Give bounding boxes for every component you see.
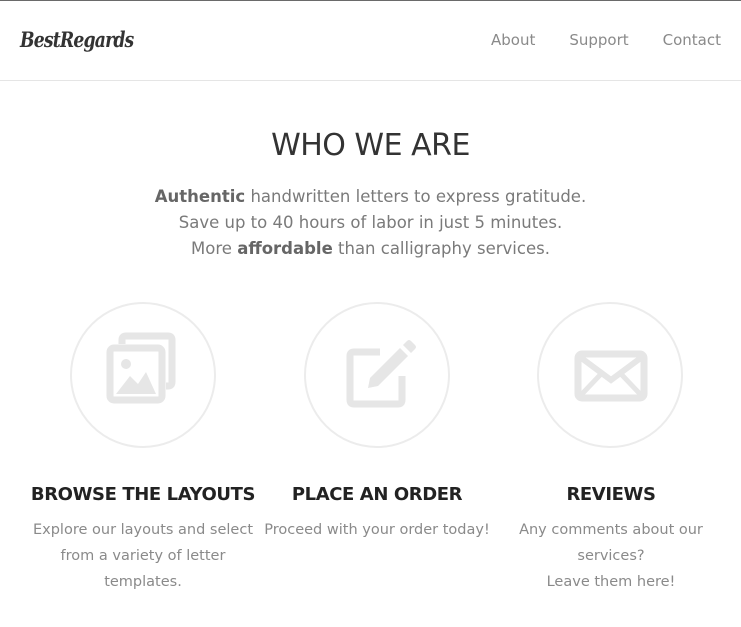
intro-line-1-rest: handwritten letters to express gratitude… [245, 187, 587, 206]
feature-description: Any comments about our services? Leave t… [488, 517, 734, 595]
intro-line-3-rest: than calligraphy services. [332, 239, 550, 258]
edit-icon [346, 340, 416, 408]
feature-description-line: Proceed with your order today! [264, 522, 490, 538]
site-header: BestRegards About Support Contact [0, 1, 741, 81]
intro-line-1: Authentic handwritten letters to express… [0, 184, 741, 210]
feature-title: REVIEWS [566, 484, 656, 505]
feature-description-line: services? [577, 548, 645, 564]
feature-description-line: Leave them here! [546, 574, 676, 590]
feature-description-line: from a variety of letter [60, 548, 226, 564]
feature-icon-circle[interactable] [304, 302, 450, 448]
intro-line-3-start: More [191, 239, 238, 258]
main-nav: About Support Contact [491, 31, 721, 49]
feature-description: Proceed with your order today! [254, 517, 500, 543]
feature-description-line: Any comments about our [519, 522, 703, 538]
intro-line-2: Save up to 40 hours of labor in just 5 m… [178, 213, 563, 232]
nav-link-support[interactable]: Support [569, 31, 628, 49]
feature-title: PLACE AN ORDER [291, 484, 463, 505]
nav-link-contact[interactable]: Contact [663, 31, 721, 49]
intro-emphasis-authentic: Authentic [154, 187, 246, 206]
feature-icon-circle[interactable] [537, 302, 683, 448]
feature-icon-circle[interactable] [70, 302, 216, 448]
brand-logo[interactable]: BestRegards [20, 27, 134, 52]
image-gallery-icon [106, 332, 176, 404]
feature-description-line: Explore our layouts and select [32, 522, 254, 538]
feature-description-line: templates. [104, 574, 182, 590]
nav-link-about[interactable]: About [491, 31, 535, 49]
intro-emphasis-affordable: affordable [237, 239, 333, 258]
feature-description: Explore our layouts and select from a va… [20, 517, 266, 595]
envelope-icon [574, 350, 648, 402]
intro-line-3: More affordable than calligraphy service… [0, 236, 741, 262]
feature-title: BROWSE THE LAYOUTS [30, 484, 256, 505]
section-title: WHO WE ARE [271, 128, 470, 163]
intro-text: Authentic handwritten letters to express… [0, 184, 741, 262]
